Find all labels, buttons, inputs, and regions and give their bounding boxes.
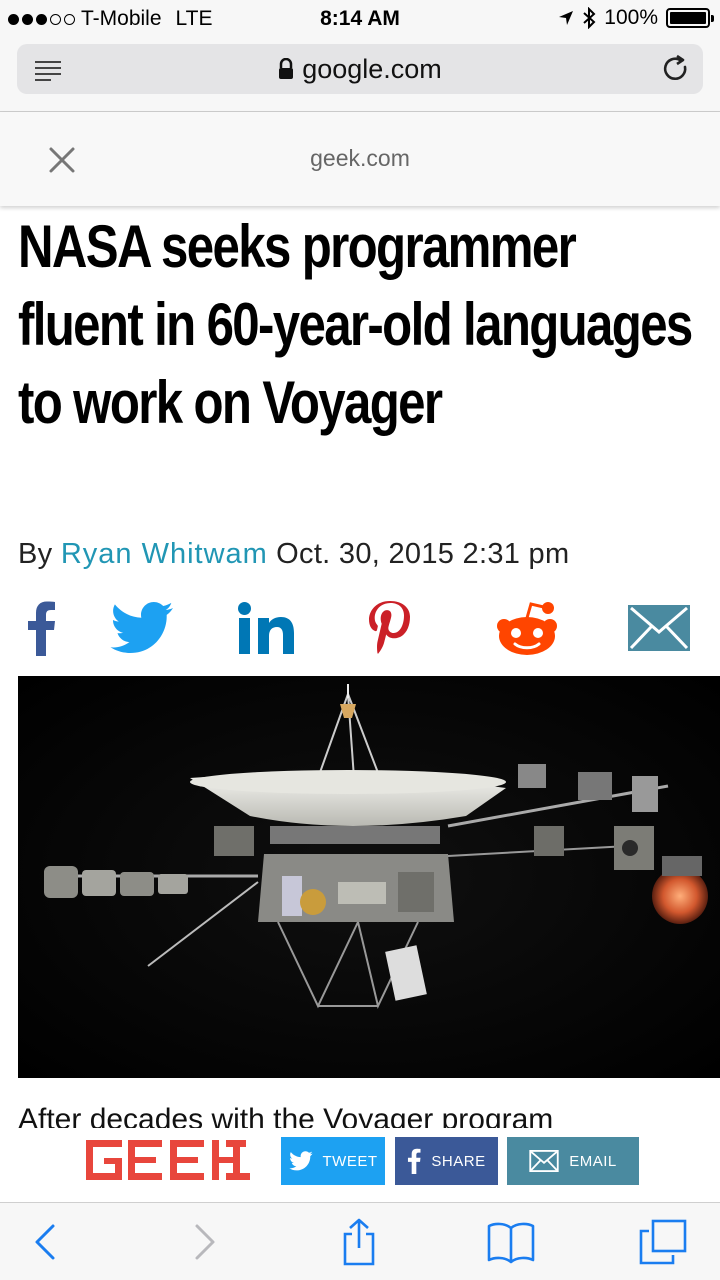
status-bar: T-Mobile LTE 8:14 AM 100% xyxy=(0,0,720,38)
battery-percent: 100% xyxy=(604,6,658,29)
browser-toolbar xyxy=(0,1202,720,1280)
amp-viewer-header: geek.com xyxy=(0,112,720,206)
forward-icon[interactable] xyxy=(180,1217,230,1267)
url-field[interactable]: google.com xyxy=(17,44,703,94)
email-label: EMAIL xyxy=(569,1152,617,1170)
share-icon[interactable] xyxy=(334,1217,384,1267)
url-text: google.com xyxy=(302,54,442,84)
byline-prefix: By xyxy=(18,538,53,570)
status-right: 100% xyxy=(558,6,714,30)
share-label: SHARE xyxy=(431,1152,486,1170)
byline: By Ryan Whitwam Oct. 30, 2015 2:31 pm xyxy=(18,538,569,571)
facebook-f-icon xyxy=(408,1148,421,1174)
url-display[interactable]: google.com xyxy=(17,54,703,85)
facebook-share-button[interactable]: SHARE xyxy=(395,1137,498,1185)
geek-logo[interactable] xyxy=(86,1140,250,1180)
social-share-row xyxy=(0,598,720,662)
envelope-icon xyxy=(529,1150,559,1172)
back-icon[interactable] xyxy=(20,1217,70,1267)
sticky-share-bar: TWEET SHARE EMAIL xyxy=(0,1128,720,1202)
author-link[interactable]: Ryan Whitwam xyxy=(61,538,268,570)
article-headline: NASA seeks programmer fluent in 60-year-… xyxy=(18,213,693,436)
lock-icon xyxy=(279,58,294,79)
linkedin-icon[interactable] xyxy=(236,598,296,658)
location-arrow-icon xyxy=(559,11,574,25)
twitter-icon[interactable] xyxy=(108,598,176,658)
publish-date: Oct. 30, 2015 2:31 pm xyxy=(276,538,570,570)
email-icon[interactable] xyxy=(626,598,692,658)
facebook-icon[interactable] xyxy=(24,598,58,658)
tweet-button[interactable]: TWEET xyxy=(281,1137,385,1185)
reload-icon[interactable] xyxy=(661,54,691,84)
browser-address-bar: google.com xyxy=(0,38,720,112)
voyager-hero-image xyxy=(18,676,720,1078)
tweet-label: TWEET xyxy=(322,1152,378,1170)
tabs-icon[interactable] xyxy=(638,1217,688,1267)
bluetooth-icon xyxy=(583,7,596,29)
battery-icon xyxy=(666,8,714,28)
reddit-icon[interactable] xyxy=(494,598,560,658)
source-domain[interactable]: geek.com xyxy=(0,145,720,172)
email-share-button[interactable]: EMAIL xyxy=(507,1137,639,1185)
pinterest-icon[interactable] xyxy=(366,598,412,658)
article-body-text: After decades with the Voyager program xyxy=(18,1103,554,1128)
twitter-bird-icon xyxy=(288,1151,313,1171)
bookmarks-icon[interactable] xyxy=(486,1217,536,1267)
